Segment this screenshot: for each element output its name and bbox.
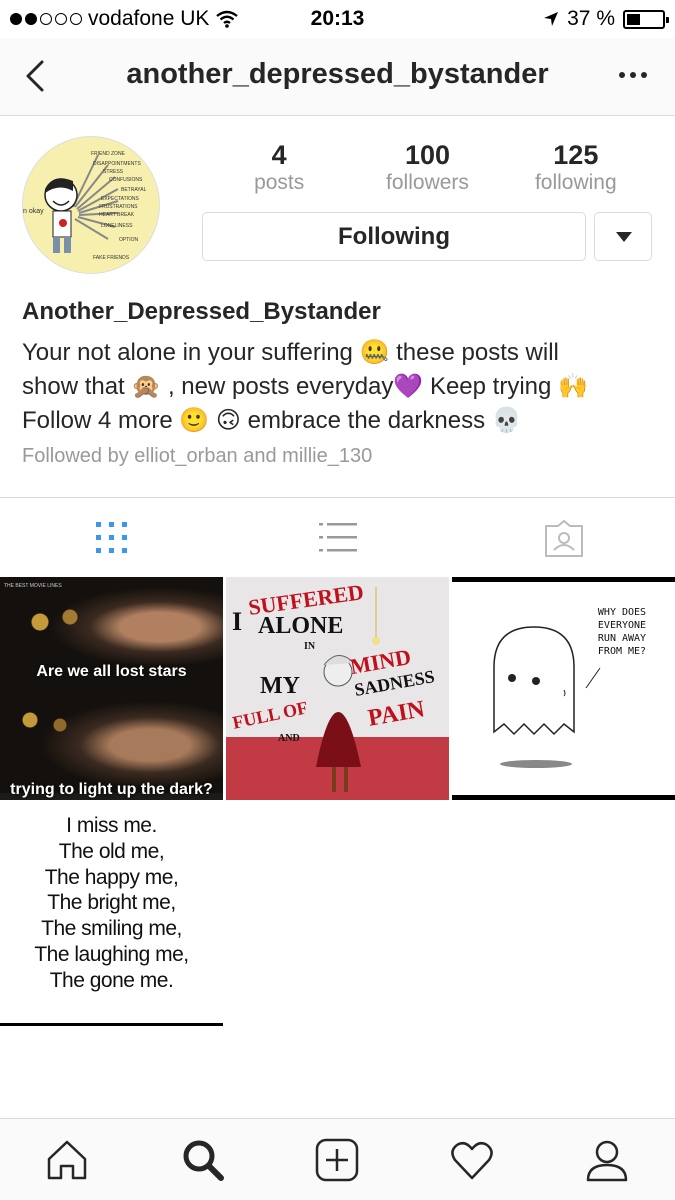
stat-count: 100 — [404, 140, 451, 170]
more-options-icon[interactable] — [613, 60, 653, 90]
svg-text:n okay: n okay — [23, 208, 44, 215]
battery-percent: 37 % — [567, 7, 615, 30]
post-word: AND — [278, 733, 300, 744]
stat-count: 125 — [553, 140, 599, 170]
post-text-line: The smiling me, — [41, 917, 182, 941]
profile-avatar[interactable]: FRIEND ZONE DISAPPOINTMENTS STRESS CONFU… — [22, 136, 160, 274]
post-word: MY — [260, 673, 300, 699]
svg-text:LONELINESS: LONELINESS — [101, 223, 133, 229]
stat-posts[interactable]: 4 posts — [205, 140, 353, 195]
svg-text:CONFUSIONS: CONFUSIONS — [109, 177, 143, 183]
svg-text:FRUSTRATIONS: FRUSTRATIONS — [99, 204, 138, 210]
bubble-line: WHY DOES — [597, 607, 647, 618]
page-title: another_depressed_bystander — [126, 58, 549, 90]
svg-text:STRESS: STRESS — [103, 169, 124, 175]
back-chevron-icon[interactable] — [18, 56, 58, 96]
svg-text:HEART BREAK: HEART BREAK — [99, 212, 135, 218]
stat-label: following — [534, 171, 617, 194]
followed-by-text[interactable]: Followed by elliot_orban and millie_130 — [22, 445, 372, 468]
svg-text:EXPECTATIONS: EXPECTATIONS — [101, 196, 140, 202]
bubble-line: FROM ME? — [597, 646, 647, 657]
post-text-line: The laughing me, — [34, 942, 189, 966]
post-text-block: I miss me. The old me, The happy me, The… — [0, 813, 223, 994]
post-word: IN — [304, 641, 316, 652]
bio-line: Follow 4 more 🙂 🙃 embrace the darkness 💀 — [22, 407, 522, 434]
caret-down-icon — [616, 232, 632, 242]
profile-icon[interactable] — [584, 1137, 630, 1183]
svg-text:BETRAYAL: BETRAYAL — [121, 187, 147, 193]
post-word: ALONE — [258, 613, 344, 639]
stat-label: followers — [386, 171, 469, 194]
svg-text:DISAPPOINTMENTS: DISAPPOINTMENTS — [93, 161, 141, 167]
stat-following[interactable]: 125 following — [502, 140, 650, 195]
profile-stats: 4 posts 100 followers 125 following — [205, 140, 650, 195]
search-icon[interactable] — [180, 1137, 226, 1183]
status-bar: vodafone UK 20:13 37 % — [0, 0, 675, 38]
post-image-bottom — [0, 685, 223, 793]
grid-icon — [96, 522, 127, 553]
post-watermark: THE BEST MOVIE LINES — [4, 583, 62, 589]
svg-text:OPTION: OPTION — [119, 237, 139, 243]
post-caption-text: Are we all lost stars — [36, 663, 187, 680]
profile-view-tabs — [0, 497, 675, 577]
svg-text:FAKE FRIENDS: FAKE FRIENDS — [93, 255, 130, 261]
stat-count: 4 — [271, 140, 287, 170]
add-post-icon[interactable] — [314, 1137, 360, 1183]
bottom-nav — [0, 1118, 675, 1200]
post-thumbnail[interactable]: THE BEST MOVIE LINES Are we all lost sta… — [0, 577, 223, 800]
tagged-icon — [545, 520, 583, 557]
post-text-line: I miss me. — [66, 814, 157, 837]
post-word: I — [232, 607, 243, 636]
bio-line: Your not alone in your suffering 🤐 these… — [22, 339, 559, 366]
avatar-illustration: FRIEND ZONE DISAPPOINTMENTS STRESS CONFU… — [23, 151, 147, 261]
tab-tagged[interactable] — [450, 498, 675, 578]
post-thumbnail[interactable]: I miss me. The old me, The happy me, The… — [0, 803, 223, 1026]
post-text-line: The gone me. — [49, 968, 174, 992]
location-arrow-icon — [544, 12, 559, 26]
following-button[interactable]: Following — [202, 212, 586, 261]
home-icon[interactable] — [44, 1137, 90, 1183]
post-thumbnail[interactable]: WHY DOES EVERYONE RUN AWAY FROM ME? — [452, 577, 675, 800]
stat-followers[interactable]: 100 followers — [353, 140, 501, 195]
profile-bio: Your not alone in your suffering 🤐 these… — [22, 336, 662, 438]
bio-line: show that 🙊 , new posts everyday💜 Keep t… — [22, 373, 588, 400]
svg-text:FRIEND ZONE: FRIEND ZONE — [91, 151, 126, 157]
post-caption-text: trying to light up the dark? — [10, 781, 213, 798]
suggestions-dropdown-button[interactable] — [594, 212, 652, 261]
battery-group: 37 % — [543, 7, 669, 31]
speech-bubble: WHY DOES EVERYONE RUN AWAY FROM ME? — [582, 606, 662, 658]
tab-grid[interactable] — [0, 498, 225, 578]
post-text-line: The bright me, — [47, 891, 176, 915]
profile-name: Another_Depressed_Bystander — [22, 298, 381, 325]
post-thumbnail[interactable]: I SUFFERED ALONE IN MY MIND SADNESS FULL… — [226, 577, 449, 800]
bubble-line: RUN AWAY — [597, 633, 647, 644]
nav-header: another_depressed_bystander — [0, 38, 675, 116]
heart-icon[interactable] — [449, 1137, 495, 1183]
post-text-line: The old me, — [58, 839, 165, 863]
bubble-line: EVERYONE — [597, 620, 647, 631]
tab-list[interactable] — [225, 498, 450, 578]
list-icon — [319, 523, 357, 552]
battery-icon — [623, 9, 669, 29]
stat-label: posts — [254, 171, 305, 194]
post-text-line: The happy me, — [44, 865, 179, 889]
